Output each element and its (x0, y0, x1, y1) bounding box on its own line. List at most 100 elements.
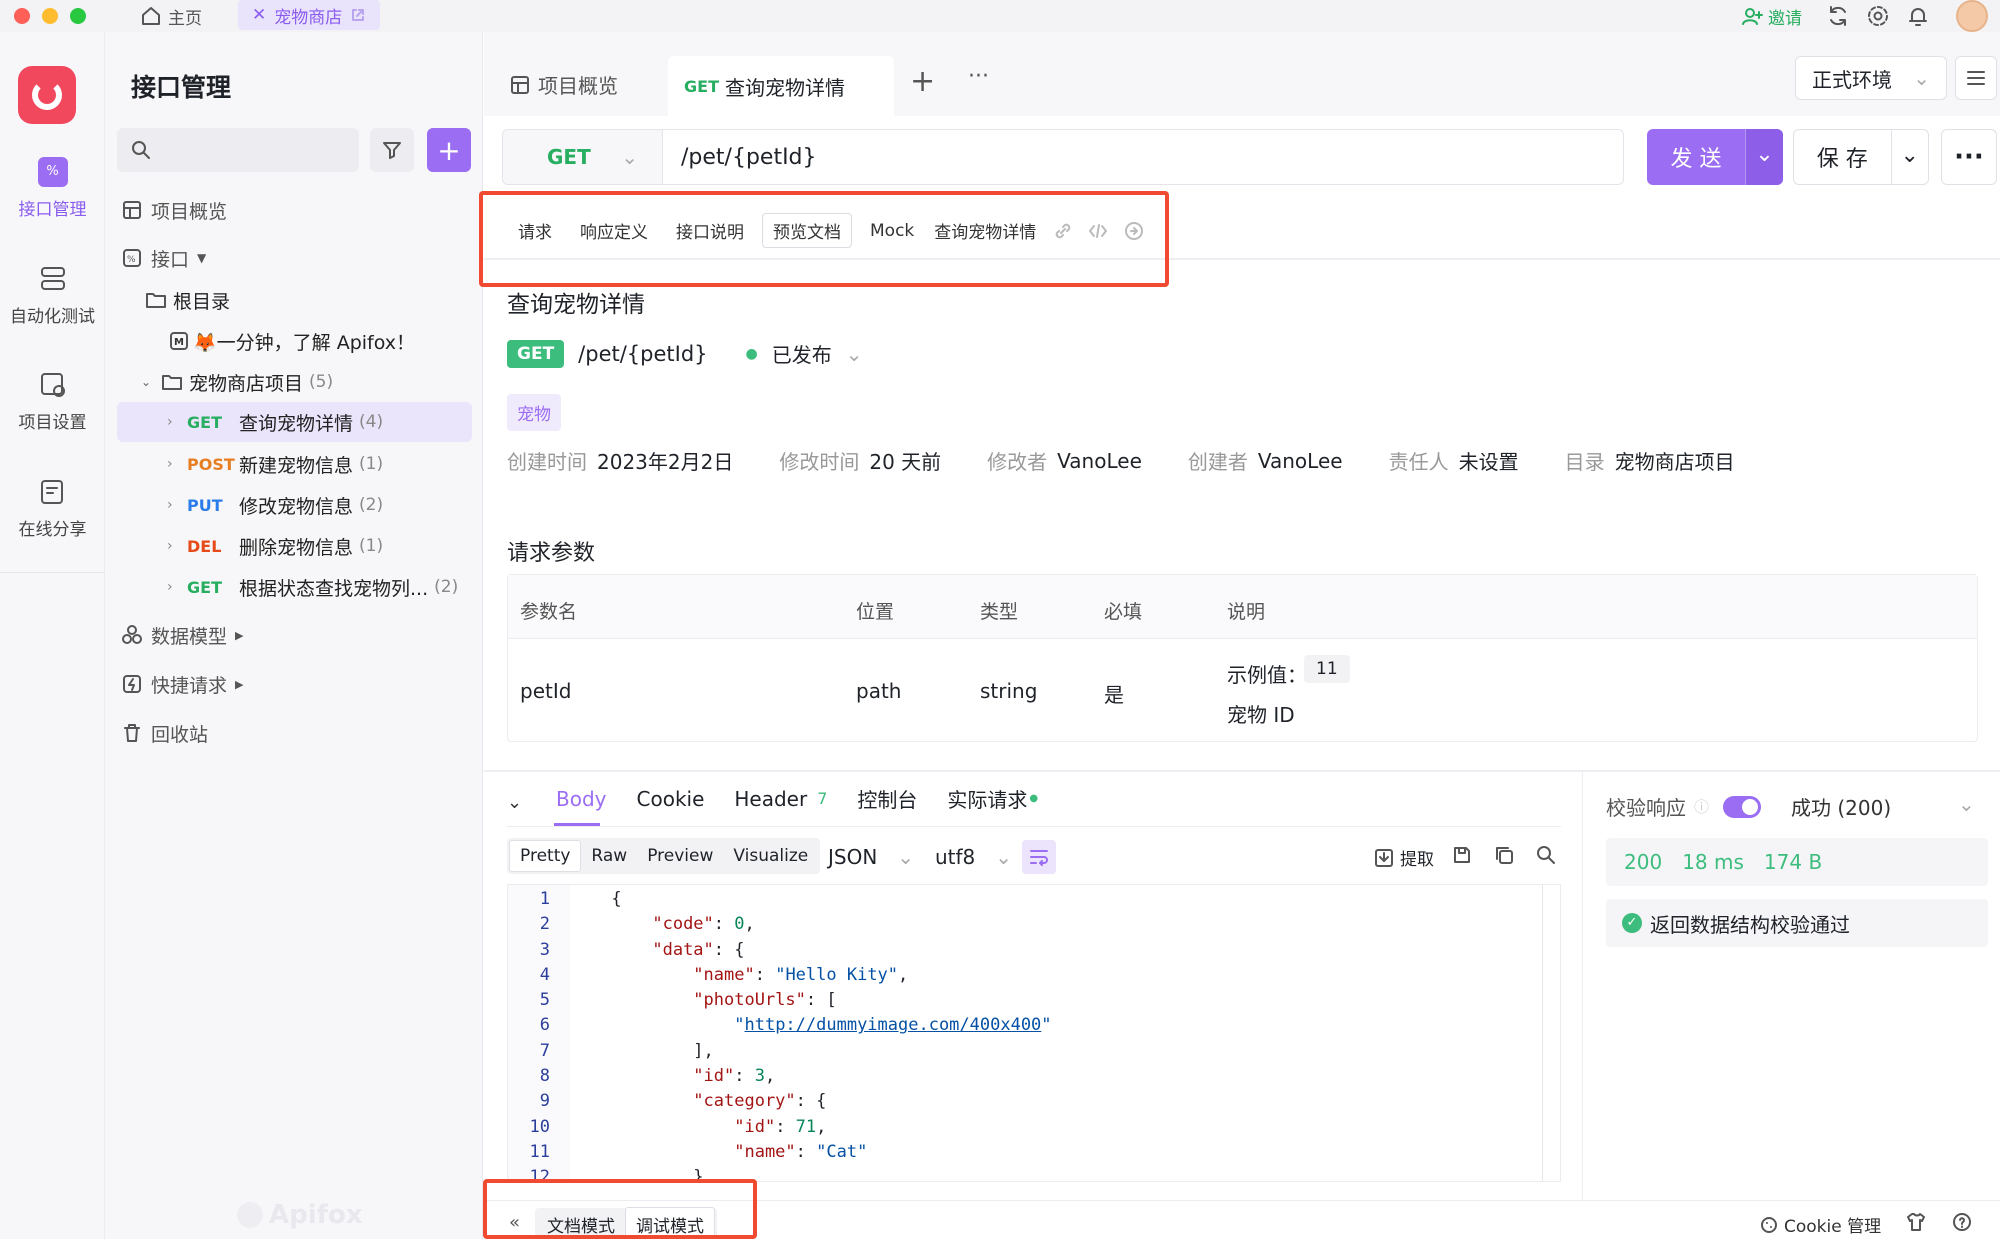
invite-button[interactable]: 邀请 (1742, 2, 1802, 30)
params-title: 请求参数 (507, 541, 596, 566)
save-icon[interactable] (1452, 845, 1472, 865)
code-line: 3 "data": { (539, 939, 745, 960)
api-icon: % (123, 249, 141, 267)
rail-item-api-management[interactable]: % 接口管理 (0, 157, 105, 220)
rail-item-project-settings[interactable]: 项目设置 (0, 370, 105, 433)
tab-pet-store[interactable]: ✕ 宠物商店 (238, 0, 381, 30)
view-visualize[interactable]: Visualize (723, 841, 818, 871)
filter-button[interactable] (370, 128, 414, 172)
markdown-icon: M (170, 332, 188, 350)
response-body-editor[interactable]: 1 { 2 "code": 0, 3 "data": { 4 "name": "… (507, 884, 1561, 1182)
tree-item-endpoint-active[interactable]: › GET 查询宠物详情 (4) (117, 402, 472, 442)
code-line: 8 "id": 3, (539, 1066, 776, 1087)
help-icon[interactable] (1952, 1212, 1972, 1232)
tab-body[interactable]: Body (556, 787, 607, 811)
chevron-down-icon[interactable]: ⌄ (1745, 129, 1783, 185)
avatar[interactable] (1956, 0, 1988, 32)
chevron-down-icon: ⌄ (1913, 66, 1930, 90)
external-link-icon[interactable] (350, 7, 366, 23)
bell-icon[interactable] (1906, 4, 1930, 28)
doc-path: /pet/{petId} (578, 341, 708, 366)
tab-home[interactable]: 主页 (140, 2, 202, 30)
search-input[interactable] (117, 128, 359, 172)
chevron-down-icon: ⌄ (995, 845, 1013, 869)
tree-item-endpoint[interactable]: › PUT 修改宠物信息 (2) (105, 485, 483, 525)
tab-active-endpoint[interactable]: GET 查询宠物详情 (668, 56, 894, 116)
tree-item-intro[interactable]: M 🦊一分钟，了解 Apifox！ (105, 321, 483, 361)
tag-badge: 宠物 (507, 394, 561, 431)
code-line: 7 ], (539, 1040, 714, 1061)
tree-item-endpoint[interactable]: › POST 新建宠物信息 (1) (105, 444, 483, 484)
tree-item-folder[interactable]: ⌄ 宠物商店项目 (5) (105, 362, 483, 402)
close-window-button[interactable] (14, 8, 30, 24)
caret-right-icon: ▶ (235, 677, 244, 691)
add-button[interactable]: + (427, 128, 471, 172)
caret-down-icon: ▼ (197, 251, 207, 265)
tree-item-apis[interactable]: % 接口 ▼ (105, 238, 483, 278)
validate-toggle[interactable] (1723, 795, 1762, 818)
overview-icon (123, 201, 141, 219)
method-select[interactable]: GET ⌄ (503, 130, 663, 184)
response-schema-select[interactable]: 成功 (200) (1791, 792, 1891, 821)
tree-item-quick-request[interactable]: 快捷请求 ▶ (105, 664, 483, 704)
tree-item-root[interactable]: 根目录 (105, 280, 483, 320)
view-pretty[interactable]: Pretty (509, 840, 582, 872)
collapse-chevron-icon[interactable]: ⌄ (507, 792, 522, 813)
tab-cookie[interactable]: Cookie (637, 787, 705, 811)
search-icon[interactable] (1536, 845, 1556, 865)
environment-select[interactable]: 正式环境 ⌄ (1795, 56, 1947, 100)
view-switch: Pretty Raw Preview Visualize (507, 838, 821, 874)
encoding-select[interactable]: utf8 ⌄ (935, 845, 1012, 869)
wrap-toggle[interactable] (1022, 840, 1056, 874)
shirt-icon[interactable] (1906, 1212, 1926, 1232)
tree-item-models[interactable]: 数据模型 ▶ (105, 615, 483, 655)
cookie-icon (1761, 1216, 1777, 1233)
rail-item-automation[interactable]: 自动化测试 (0, 264, 105, 327)
chevron-down-icon[interactable]: ⌄ (846, 342, 863, 366)
send-button[interactable]: 发 送 ⌄ (1647, 129, 1783, 185)
svg-text:%: % (127, 255, 136, 265)
rail-item-online-share[interactable]: 在线分享 (0, 477, 105, 540)
scrollbar[interactable] (1542, 885, 1543, 1181)
chevron-down-icon[interactable]: ⌄ (1958, 792, 1975, 816)
minimize-window-button[interactable] (42, 8, 58, 24)
sync-icon[interactable] (1826, 4, 1850, 28)
format-select[interactable]: JSON ⌄ (828, 845, 914, 869)
tab-header[interactable]: Header 7 (734, 787, 827, 811)
cookie-manager-button[interactable]: Cookie 管理 (1760, 1212, 1881, 1237)
url-input[interactable]: /pet/{petId} (681, 145, 817, 170)
menu-button[interactable] (1955, 56, 1997, 100)
tab-actual-request[interactable]: 实际请求 ● (947, 784, 1038, 813)
tab-overview[interactable]: 项目概览 (510, 70, 618, 99)
copy-icon[interactable] (1494, 845, 1514, 865)
help-icon[interactable]: ⓘ (1694, 796, 1709, 817)
wrap-icon (1030, 850, 1048, 866)
code-line: 6 "http://dummyimage.com/400x400" (539, 1015, 1052, 1036)
more-button[interactable]: ··· (1941, 129, 1997, 185)
params-table: 参数名 位置 类型 必填 说明 petId path string 是 示例值：… (507, 574, 1978, 742)
save-button[interactable]: 保 存 ⌄ (1793, 129, 1929, 185)
status-select[interactable]: 已发布 (772, 339, 832, 368)
response-stats: 200 18 ms 174 B (1606, 838, 1988, 886)
close-icon[interactable]: ✕ (252, 5, 266, 25)
tab-console[interactable]: 控制台 (857, 784, 917, 813)
tree-item-endpoint[interactable]: › DEL 删除宠物信息 (1) (105, 526, 483, 566)
apifox-watermark: Apifox (237, 1200, 363, 1230)
validation-result: ✓ 返回数据结构校验通过 (1606, 899, 1988, 947)
view-raw[interactable]: Raw (581, 841, 637, 871)
response-size: 174 B (1763, 850, 1823, 874)
tree-item-endpoint[interactable]: › GET 根据状态查找宠物列... (2) (105, 567, 483, 607)
extract-button[interactable]: 提取 (1374, 845, 1434, 870)
tree-item-trash[interactable]: 回收站 (105, 713, 483, 753)
filter-icon (383, 142, 401, 159)
tree-item-overview[interactable]: 项目概览 (105, 190, 483, 230)
gear-icon[interactable] (1866, 4, 1890, 28)
new-tab-button[interactable]: + (910, 64, 935, 99)
svg-text:M: M (174, 337, 184, 348)
chevron-down-icon: ⌄ (897, 845, 915, 869)
more-tabs-button[interactable]: ··· (968, 64, 989, 89)
plus-icon: + (437, 133, 461, 167)
view-preview[interactable]: Preview (637, 841, 723, 871)
chevron-down-icon[interactable]: ⌄ (1890, 130, 1928, 184)
maximize-window-button[interactable] (70, 8, 86, 24)
